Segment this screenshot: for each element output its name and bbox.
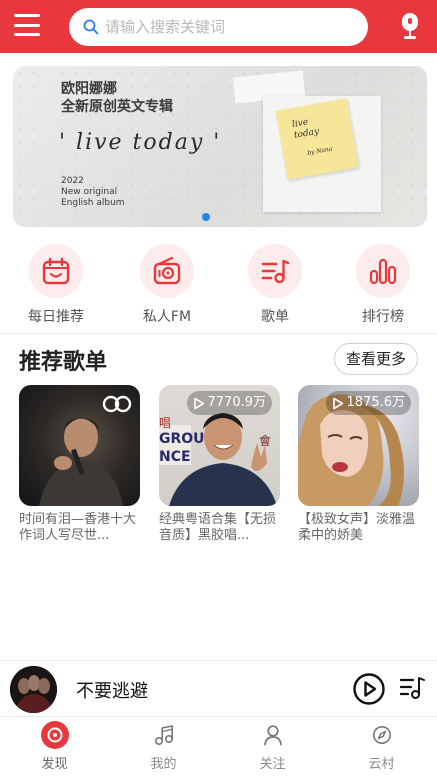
- play-icon: [332, 397, 343, 409]
- play-icon: [193, 397, 204, 409]
- tab-label: 我的: [150, 757, 177, 772]
- user-icon: [263, 725, 282, 746]
- tab-cloud-village[interactable]: 云村: [327, 717, 436, 777]
- quick-nav-label: 歌单: [261, 309, 289, 325]
- quick-nav-ranking[interactable]: 排行榜: [343, 244, 423, 326]
- see-more-button[interactable]: 查看更多: [334, 343, 418, 375]
- quick-nav-icon-bg: [248, 244, 302, 298]
- banner-artist: 欧阳娜娜: [61, 81, 117, 97]
- microphone-icon[interactable]: [398, 12, 422, 40]
- quick-nav-label: 每日推荐: [28, 309, 84, 325]
- tab-follow[interactable]: 关注: [218, 717, 327, 777]
- quick-nav-icon-bg: [140, 244, 194, 298]
- quick-nav-daily[interactable]: 每日推荐: [16, 244, 96, 326]
- menu-icon[interactable]: [14, 14, 40, 36]
- tab-discover[interactable]: 发现: [0, 717, 109, 777]
- play-count-badge: 7770.9万: [186, 391, 272, 415]
- banner-subtitle: 2022 New original English album: [61, 176, 125, 209]
- tab-label: 关注: [259, 757, 286, 772]
- svg-text:唱: 唱: [159, 416, 171, 430]
- play-button-icon[interactable]: [353, 673, 385, 705]
- bottom-tab-bar: 发现 我的 关注 云村: [0, 716, 437, 776]
- playlist-title: 【极致女声】淡雅温柔中的娇美: [298, 512, 416, 543]
- album-art[interactable]: [10, 666, 57, 713]
- radio-icon: [153, 256, 181, 285]
- banner-album-desc: 全新原创英文专辑: [61, 99, 173, 115]
- search-icon: [83, 19, 99, 35]
- section-divider: [0, 333, 437, 334]
- playlist-cover[interactable]: 1875.6万: [298, 385, 419, 506]
- playlist-card[interactable]: GROU NCE 唱 會 7770.9万 经典粤语合集【无损音质】黑胶唱...: [159, 385, 280, 544]
- playlist-queue-icon[interactable]: [400, 675, 426, 701]
- quick-nav-label: 私人FM: [142, 309, 192, 325]
- playlist-title: 时间有泪—香港十大作词人写尽世...: [19, 512, 137, 543]
- calendar-icon: [42, 257, 70, 285]
- banner-year: 2022: [61, 176, 84, 186]
- now-playing-title: 不要逃避: [76, 681, 148, 702]
- play-count: 7770.9万: [207, 395, 267, 410]
- play-count-badge: 1875.6万: [325, 391, 411, 415]
- playlist-card[interactable]: 1875.6万 【极致女声】淡雅温柔中的娇美: [298, 385, 419, 544]
- sticky-signature: by Nana: [306, 145, 333, 157]
- music-note-icon: [154, 725, 173, 746]
- banner-sub-line: English album: [61, 198, 125, 208]
- playlist-icon: [261, 259, 290, 284]
- app-header: [0, 0, 437, 53]
- ranking-icon: [369, 258, 397, 285]
- quick-nav-icon-bg: [29, 244, 83, 298]
- banner-handwriting: ' live today ': [59, 130, 222, 155]
- playlist-cover[interactable]: GROU NCE 唱 會 7770.9万: [159, 385, 280, 506]
- banner-title: 欧阳娜娜 全新原创英文专辑: [61, 80, 173, 116]
- banner-sub-line: New original: [61, 187, 118, 197]
- quick-nav-icon-bg: [356, 244, 410, 298]
- playlist-card[interactable]: 时间有泪—香港十大作词人写尽世...: [19, 385, 140, 544]
- section-title: 推荐歌单: [19, 350, 108, 375]
- banner-page-indicator[interactable]: [202, 213, 210, 221]
- tab-label: 云村: [368, 757, 395, 772]
- promo-banner[interactable]: 欧阳娜娜 全新原创英文专辑 ' live today ' 2022 New or…: [13, 66, 427, 227]
- tab-label: 发现: [41, 757, 68, 772]
- play-count: 1875.6万: [346, 395, 406, 410]
- compass-icon: [372, 726, 391, 744]
- playlist-title: 经典粤语合集【无损音质】黑胶唱...: [159, 512, 277, 543]
- tab-mine[interactable]: 我的: [109, 717, 218, 777]
- discover-icon: [40, 721, 69, 749]
- quick-nav-playlist[interactable]: 歌单: [235, 244, 315, 326]
- quick-nav-label: 排行榜: [362, 309, 404, 325]
- svg-text:GROU: GROU: [159, 431, 205, 447]
- mini-player[interactable]: 不要逃避: [0, 660, 437, 716]
- quick-nav: 每日推荐 私人FM 歌单 排行榜: [0, 244, 437, 328]
- infinity-logo-icon: [102, 395, 132, 413]
- search-bar[interactable]: [69, 8, 368, 46]
- svg-text:NCE: NCE: [159, 449, 191, 465]
- search-input[interactable]: [105, 18, 345, 36]
- playlist-cover[interactable]: [19, 385, 140, 506]
- album-art-image: [10, 666, 57, 713]
- quick-nav-fm[interactable]: 私人FM: [127, 244, 207, 326]
- sticky-note: live today by Nana: [275, 98, 359, 180]
